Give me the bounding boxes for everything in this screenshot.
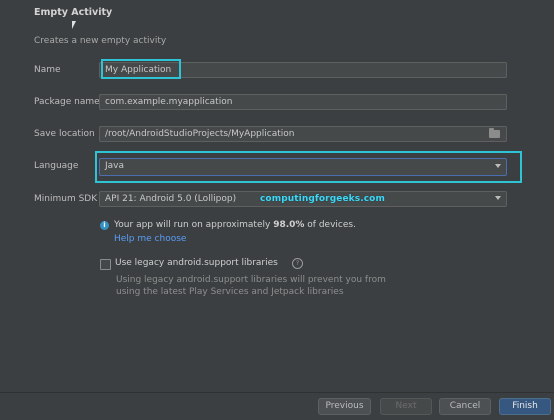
minimum-sdk-label: Minimum SDK — [34, 194, 98, 204]
name-label: Name — [34, 65, 61, 75]
device-coverage-text: Your app will run on approximately 98.0%… — [114, 220, 356, 230]
package-name-label: Package name — [34, 97, 100, 107]
info-icon: i — [100, 221, 109, 230]
page-subtitle: Creates a new empty activity — [34, 36, 167, 46]
coverage-prefix: Your app will run on approximately — [114, 220, 274, 230]
package-name-field[interactable]: com.example.myapplication — [99, 94, 507, 110]
save-location-value[interactable]: /root/AndroidStudioProjects/MyApplicatio… — [105, 129, 294, 139]
coverage-suffix: of devices. — [304, 220, 356, 230]
mouse-cursor-icon — [72, 21, 76, 29]
legacy-support-checkbox[interactable] — [100, 259, 111, 270]
next-button[interactable]: Next — [380, 398, 432, 415]
save-location-field[interactable]: /root/AndroidStudioProjects/MyApplicatio… — [99, 126, 507, 142]
minimum-sdk-value[interactable]: API 21: Android 5.0 (Lollipop) — [105, 194, 236, 204]
finish-button[interactable]: Finish — [499, 398, 551, 415]
help-me-choose-link[interactable]: Help me choose — [114, 234, 186, 244]
package-name-value[interactable]: com.example.myapplication — [105, 97, 232, 107]
legacy-support-label[interactable]: Use legacy android.support libraries — [115, 258, 278, 268]
previous-button[interactable]: Previous — [318, 398, 371, 415]
help-icon[interactable]: ? — [292, 258, 303, 269]
name-highlight-box — [101, 59, 181, 79]
footer-divider — [0, 392, 554, 393]
coverage-percent: 98.0% — [273, 220, 305, 230]
folder-icon[interactable] — [489, 128, 500, 138]
language-label: Language — [34, 161, 79, 171]
chevron-down-icon[interactable] — [495, 196, 501, 200]
page-title: Empty Activity — [34, 7, 113, 18]
save-location-label: Save location — [34, 129, 95, 139]
language-highlight-box — [95, 151, 522, 183]
cancel-button[interactable]: Cancel — [439, 398, 491, 415]
legacy-support-description: Using legacy android.support libraries w… — [116, 275, 386, 297]
watermark: computingforgeeks.com — [260, 194, 385, 204]
